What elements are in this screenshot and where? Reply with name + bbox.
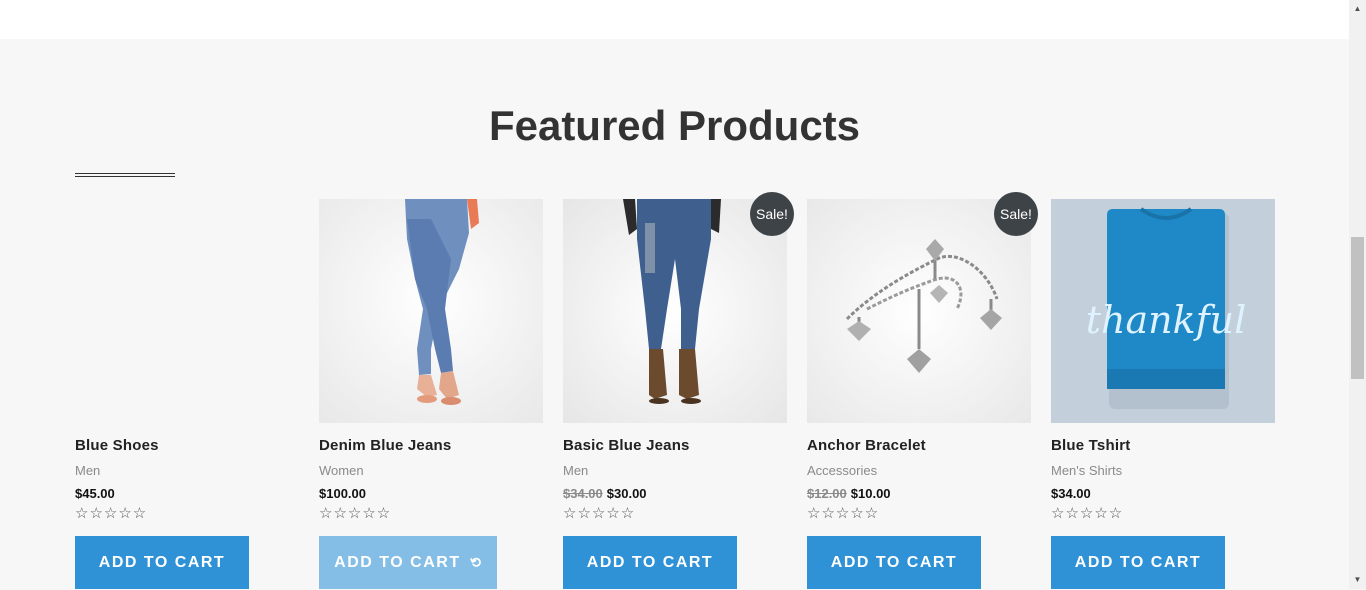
- product-name[interactable]: Blue Shoes: [75, 437, 159, 454]
- blue-tshirt-image: thankful: [1051, 199, 1275, 423]
- star-outline-icon: ☆☆☆☆☆: [75, 505, 148, 522]
- price-current: $100.00: [319, 486, 366, 501]
- add-to-cart-label: ADD TO CART: [1074, 554, 1202, 571]
- product-category: Men: [563, 463, 589, 478]
- price-old: $34.00: [563, 486, 603, 501]
- star-outline-icon: ☆☆☆☆☆: [1051, 505, 1124, 522]
- price-old: $12.00: [807, 486, 847, 501]
- tshirt-print-text: thankful: [1086, 298, 1247, 342]
- product-image[interactable]: [75, 199, 299, 423]
- product-image[interactable]: [319, 199, 543, 423]
- add-to-cart-label: ADD TO CART: [334, 554, 461, 571]
- denim-jeans-image: [319, 199, 543, 423]
- add-to-cart-button[interactable]: ADD TO CART: [75, 536, 249, 589]
- sale-badge: Sale!: [994, 192, 1038, 236]
- product-price: $34.00: [1051, 486, 1091, 501]
- add-to-cart-button[interactable]: ADD TO CART: [563, 536, 737, 589]
- scrollbar-thumb[interactable]: [1351, 237, 1364, 379]
- scroll-down-arrow-icon[interactable]: ▼: [1349, 573, 1366, 587]
- product-name[interactable]: Blue Tshirt: [1051, 437, 1130, 454]
- product-category: Women: [319, 463, 364, 478]
- star-outline-icon: ☆☆☆☆☆: [563, 505, 636, 522]
- add-to-cart-button[interactable]: ADD TO CART ⟲: [319, 536, 497, 589]
- add-to-cart-label: ADD TO CART: [830, 554, 958, 571]
- basic-jeans-image: [563, 199, 787, 423]
- product-name[interactable]: Basic Blue Jeans: [563, 437, 690, 454]
- product-price: $100.00: [319, 486, 366, 501]
- anchor-bracelet-image: [807, 199, 1031, 423]
- product-price: $12.00 $10.00: [807, 486, 891, 501]
- scroll-up-arrow-icon[interactable]: ▲: [1349, 2, 1366, 16]
- price-current: $45.00: [75, 486, 115, 501]
- add-to-cart-button[interactable]: ADD TO CART: [1051, 536, 1225, 589]
- product-category: Accessories: [807, 463, 878, 478]
- product-image[interactable]: [807, 199, 1031, 423]
- page-scrollbar[interactable]: ▲ ▼: [1349, 0, 1366, 589]
- product-name[interactable]: Denim Blue Jeans: [319, 437, 451, 454]
- product-category: Men's Shirts: [1051, 463, 1123, 478]
- section-title: Featured Products: [488, 102, 861, 149]
- price-current: $30.00: [606, 486, 647, 501]
- price-current: $34.00: [1051, 486, 1091, 501]
- product-name[interactable]: Anchor Bracelet: [807, 437, 926, 454]
- spinner-icon: ⟲: [466, 552, 485, 572]
- add-to-cart-label: ADD TO CART: [586, 554, 714, 571]
- product-image[interactable]: [563, 199, 787, 423]
- header-band: [0, 0, 1349, 39]
- star-outline-icon: ☆☆☆☆☆: [807, 505, 880, 522]
- price-current: $10.00: [850, 486, 891, 501]
- add-to-cart-label: ADD TO CART: [98, 554, 226, 571]
- product-category: Men: [75, 463, 101, 478]
- add-to-cart-button[interactable]: ADD TO CART: [807, 536, 981, 589]
- product-image[interactable]: thankful: [1051, 199, 1275, 423]
- product-price: $34.00 $30.00: [563, 486, 647, 501]
- sale-badge: Sale!: [750, 192, 794, 236]
- star-outline-icon: ☆☆☆☆☆: [319, 505, 392, 522]
- product-price: $45.00: [75, 486, 115, 501]
- title-underline: [75, 173, 175, 177]
